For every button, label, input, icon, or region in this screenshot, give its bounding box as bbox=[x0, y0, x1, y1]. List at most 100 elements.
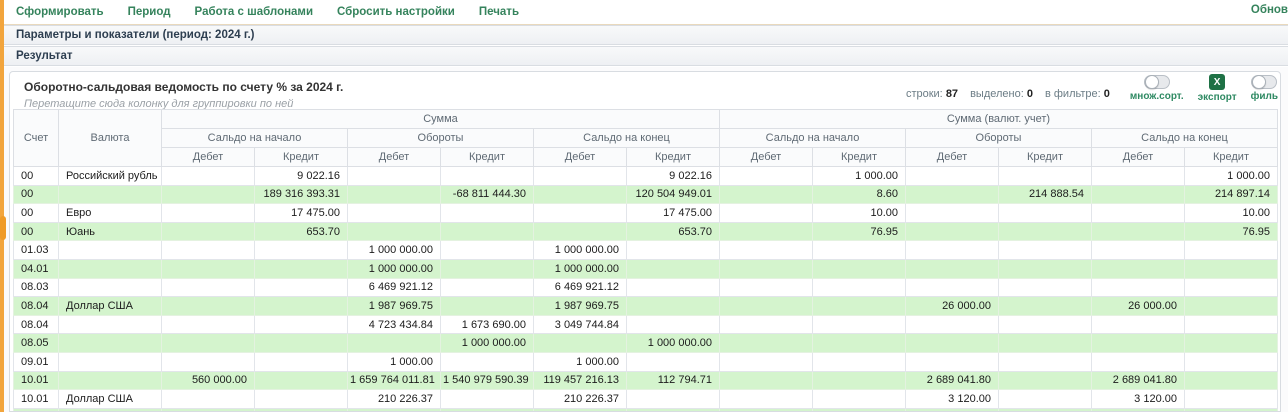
cell-amount[interactable] bbox=[999, 408, 1092, 412]
cell-amount[interactable]: 1 000 000.00 bbox=[348, 241, 441, 260]
cell-amount[interactable] bbox=[1185, 315, 1278, 334]
cell-amount[interactable]: 8.60 bbox=[813, 185, 906, 204]
menu-item-templates[interactable]: Работа с шаблонами bbox=[195, 6, 313, 18]
col-header-credit[interactable]: Кредит bbox=[999, 148, 1092, 167]
cell-amount[interactable]: 26 000.00 bbox=[1092, 297, 1185, 316]
cell-amount[interactable] bbox=[441, 167, 534, 186]
cell-amount[interactable] bbox=[999, 297, 1092, 316]
table-row[interactable]: 08.051 000 000.001 000 000.00 bbox=[14, 334, 1278, 353]
cell-amount[interactable] bbox=[441, 408, 534, 412]
cell-amount[interactable]: 119 457 216.13 bbox=[534, 371, 627, 390]
cell-amount[interactable] bbox=[720, 334, 813, 353]
cell-amount[interactable] bbox=[255, 390, 348, 409]
cell-amount[interactable]: 4 723 434.84 bbox=[348, 315, 441, 334]
cell-account[interactable]: 08.03 bbox=[14, 278, 59, 297]
cell-amount[interactable]: 120 504 949.01 bbox=[627, 185, 720, 204]
cell-amount[interactable]: 10.00 bbox=[1185, 204, 1278, 223]
col-header-debit[interactable]: Дебет bbox=[720, 148, 813, 167]
subgroup-end[interactable]: Сальдо на конец bbox=[534, 129, 720, 148]
cell-amount[interactable] bbox=[906, 315, 999, 334]
cell-amount[interactable] bbox=[1185, 352, 1278, 371]
result-section-header[interactable]: Результат bbox=[4, 46, 1288, 66]
table-row[interactable]: 00Юань653.70653.7076.9576.95 bbox=[14, 222, 1278, 241]
group-header-sum-currency[interactable]: Сумма (валют. учет) bbox=[720, 110, 1278, 129]
cell-amount[interactable] bbox=[162, 278, 255, 297]
refresh-link[interactable]: Обнов bbox=[1251, 4, 1288, 16]
cell-account[interactable]: 00 bbox=[14, 185, 59, 204]
cell-amount[interactable] bbox=[627, 390, 720, 409]
cell-amount[interactable] bbox=[348, 204, 441, 223]
cell-amount[interactable] bbox=[906, 334, 999, 353]
group-header-sum[interactable]: Сумма bbox=[162, 110, 720, 129]
cell-amount[interactable]: 3 049 744.84 bbox=[534, 315, 627, 334]
cell-amount[interactable] bbox=[720, 371, 813, 390]
cell-currency[interactable]: Доллар США bbox=[59, 297, 162, 316]
cell-amount[interactable]: 1 000 000.00 bbox=[348, 259, 441, 278]
cell-amount[interactable] bbox=[720, 222, 813, 241]
table-row[interactable]: 00Евро17 475.0017 475.0010.0010.00 bbox=[14, 204, 1278, 223]
menu-item-reset[interactable]: Сбросить настройки bbox=[337, 6, 455, 18]
cell-amount[interactable]: 2 689 041.80 bbox=[906, 371, 999, 390]
cell-amount[interactable] bbox=[255, 278, 348, 297]
subgroup-begin[interactable]: Сальдо на начало bbox=[720, 129, 906, 148]
cell-amount[interactable] bbox=[348, 408, 441, 412]
cell-amount[interactable]: 560 000.00 bbox=[162, 371, 255, 390]
cell-amount[interactable] bbox=[906, 204, 999, 223]
cell-amount[interactable] bbox=[1185, 390, 1278, 409]
cell-amount[interactable] bbox=[720, 278, 813, 297]
cell-amount[interactable] bbox=[1092, 185, 1185, 204]
cell-amount[interactable] bbox=[813, 408, 906, 412]
cell-currency[interactable] bbox=[59, 315, 162, 334]
cell-amount[interactable]: 76.95 bbox=[813, 222, 906, 241]
cell-amount[interactable] bbox=[813, 315, 906, 334]
cell-amount[interactable]: 1 673 690.00 bbox=[441, 315, 534, 334]
parameters-section-header[interactable]: Параметры и показатели (период: 2024 г.) bbox=[4, 25, 1288, 45]
cell-amount[interactable] bbox=[813, 241, 906, 260]
cell-amount[interactable] bbox=[162, 352, 255, 371]
cell-amount[interactable] bbox=[720, 315, 813, 334]
cell-amount[interactable] bbox=[348, 185, 441, 204]
cell-amount[interactable] bbox=[720, 297, 813, 316]
cell-amount[interactable]: 1 000.00 bbox=[1185, 167, 1278, 186]
cell-amount[interactable] bbox=[162, 297, 255, 316]
cell-account[interactable]: 00 bbox=[14, 167, 59, 186]
cell-amount[interactable] bbox=[162, 241, 255, 260]
cell-amount[interactable] bbox=[162, 222, 255, 241]
table-row[interactable]: 10.01Доллар США210 226.37210 226.373 120… bbox=[14, 390, 1278, 409]
cell-amount[interactable]: 3 120.00 bbox=[906, 390, 999, 409]
cell-amount[interactable] bbox=[534, 167, 627, 186]
cell-amount[interactable]: 76.95 bbox=[1185, 222, 1278, 241]
cell-account[interactable]: 10.01 bbox=[14, 371, 59, 390]
cell-amount[interactable]: 1 000.00 bbox=[813, 167, 906, 186]
cell-amount[interactable] bbox=[162, 185, 255, 204]
cell-amount[interactable] bbox=[162, 167, 255, 186]
cell-amount[interactable] bbox=[906, 167, 999, 186]
cell-amount[interactable]: 17 475.00 bbox=[255, 204, 348, 223]
cell-amount[interactable] bbox=[813, 371, 906, 390]
cell-currency[interactable]: Юань bbox=[59, 222, 162, 241]
cell-amount[interactable] bbox=[441, 259, 534, 278]
cell-currency[interactable] bbox=[59, 408, 162, 412]
cell-amount[interactable]: 1 000 000.00 bbox=[534, 241, 627, 260]
col-header-debit[interactable]: Дебет bbox=[1092, 148, 1185, 167]
cell-amount[interactable] bbox=[162, 204, 255, 223]
cell-account[interactable]: 08.05 bbox=[14, 334, 59, 353]
cell-amount[interactable] bbox=[999, 222, 1092, 241]
cell-amount[interactable] bbox=[1092, 352, 1185, 371]
col-header-debit[interactable]: Дебет bbox=[906, 148, 999, 167]
table-row[interactable]: 00Российский рубль9 022.169 022.161 000.… bbox=[14, 167, 1278, 186]
cell-amount[interactable] bbox=[1185, 334, 1278, 353]
cell-amount[interactable] bbox=[999, 390, 1092, 409]
cell-amount[interactable] bbox=[162, 259, 255, 278]
cell-amount[interactable] bbox=[906, 185, 999, 204]
cell-amount[interactable]: 17 475.00 bbox=[627, 204, 720, 223]
cell-amount[interactable]: -68 811 444.30 bbox=[441, 185, 534, 204]
cell-amount[interactable]: 2 689 041.80 bbox=[1092, 371, 1185, 390]
cell-amount[interactable] bbox=[999, 167, 1092, 186]
cell-amount[interactable] bbox=[534, 408, 627, 412]
cell-amount[interactable] bbox=[441, 204, 534, 223]
col-header-debit[interactable]: Дебет bbox=[162, 148, 255, 167]
cell-amount[interactable]: 1 987 969.75 bbox=[534, 297, 627, 316]
cell-amount[interactable] bbox=[441, 390, 534, 409]
cell-amount[interactable] bbox=[720, 185, 813, 204]
